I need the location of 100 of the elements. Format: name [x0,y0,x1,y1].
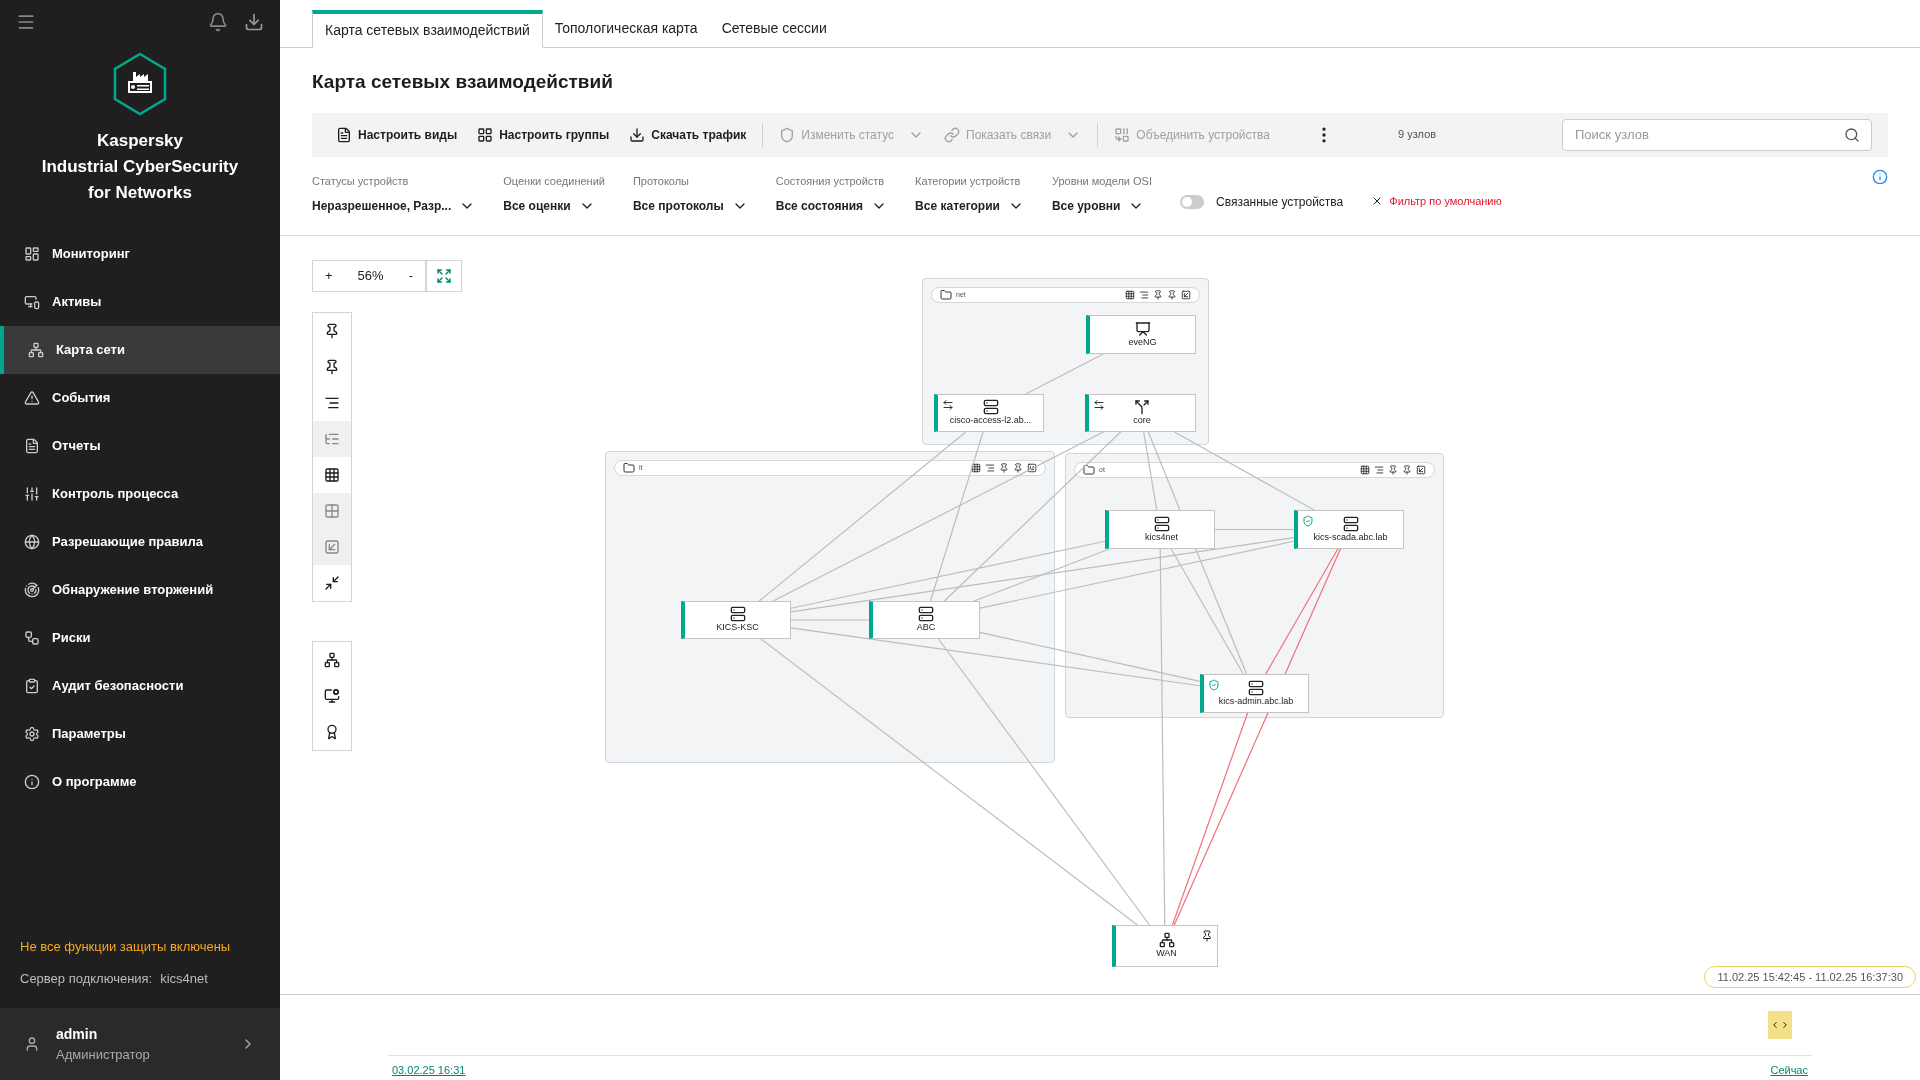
device-node[interactable]: cisco-access-l2.ab... [934,394,1044,432]
toolbar-button[interactable]: Скачать трафик [621,118,755,151]
tab[interactable]: Карта сетевых взаимодействий [312,10,543,48]
button-icon [779,126,796,143]
grid-icon[interactable] [971,463,981,473]
time-range-badge: 11.02.25 15:42:45 - 11.02.25 16:37:30 [1704,965,1916,988]
expand-icon[interactable] [1181,290,1191,300]
download-icon[interactable] [244,12,264,32]
nav-item[interactable]: Карта сети [0,326,280,374]
bell-icon[interactable] [208,12,228,32]
grid-icon[interactable] [1360,465,1370,475]
device-node[interactable]: ABC [869,601,980,639]
tool-icon [324,503,340,519]
nav-item[interactable]: Отчеты [0,422,280,470]
folder-icon [940,289,952,301]
node-label: kics-admin.abc.lab [1218,695,1294,708]
nav-item[interactable]: Активы [0,278,280,326]
filter-dropdown[interactable]: Все оценки [503,197,605,215]
fit-button[interactable] [426,260,462,292]
end-date-link[interactable]: Сейчас [1770,1062,1808,1079]
user-panel[interactable]: admin Администратор [0,1008,280,1080]
tool-icon [324,467,340,483]
zoom-out-button[interactable]: - [408,266,413,286]
search-icon [1844,126,1860,143]
device-node[interactable]: kics-scada.abc.lab [1294,510,1404,549]
menu-icon[interactable] [16,12,36,32]
lines-icon[interactable] [985,463,995,473]
zoom-level: 56% [357,267,384,286]
device-icon [1134,320,1151,337]
nav-icon [24,726,40,742]
filter-label: Состояния устройств [775,173,886,189]
zoom-in-button[interactable]: + [325,266,333,286]
product-name: Industrial CyberSecurity [41,156,239,178]
nav-icon [24,678,40,694]
node-label: kics4net [1145,531,1178,544]
toggle-switch[interactable] [1180,194,1204,209]
device-node[interactable]: kics4net [1105,510,1215,549]
search-field[interactable]: Поиск узлов [1562,118,1872,151]
nav-item[interactable]: Параметры [0,710,280,758]
user-role: Администратор [56,1045,151,1064]
reset-filter-link[interactable]: Фильтр по умолчанию [1371,192,1502,209]
server-label: Сервер подключения: [20,969,153,988]
lines-icon[interactable] [1374,465,1384,475]
toolbar-button[interactable]: Настроить виды [328,118,466,151]
nav-icon [24,390,40,406]
folder-icon [623,462,635,474]
nav-item[interactable]: Контроль процесса [0,470,280,518]
pin-icon[interactable] [1201,930,1213,942]
filter-label: Уровни модели OSI [1051,173,1152,189]
filter-dropdown[interactable]: Неразрешенное, Разр... [312,197,476,215]
device-icon [1158,932,1175,949]
node-label: core [1133,415,1151,427]
right-icon [1780,1020,1790,1030]
node-count: 9 узлов [1398,127,1437,143]
nav-item[interactable]: О программе [0,758,280,806]
filter-label: Оценки соединений [503,173,605,189]
info-icon[interactable] [1872,168,1888,185]
button-icon [944,126,961,143]
tab[interactable]: Сетевые сессии [709,9,839,47]
filter-dropdown[interactable]: Все категории [915,197,1024,215]
nav-icon [24,630,40,646]
device-node[interactable]: core [1085,394,1196,432]
tool-icon [324,724,340,740]
grid-icon[interactable] [1125,290,1135,300]
filter-label: Статусы устройств [312,173,410,189]
device-icon [1342,515,1359,532]
nav-item[interactable]: Аудит безопасности [0,662,280,710]
user-name: admin [56,1024,99,1044]
device-icon [1248,679,1264,696]
device-node[interactable]: KICS-KSC [681,601,791,639]
tool-icon [324,395,340,411]
filter-dropdown[interactable]: Все протоколы [632,197,748,215]
nav-item[interactable]: Разрешающие правила [0,518,280,566]
filter-dropdown[interactable]: Все уровни [1051,197,1152,215]
device-node[interactable]: kics-admin.abc.lab [1200,674,1309,713]
nav-item[interactable]: События [0,374,280,422]
node-label: eveNG [1128,336,1157,349]
nav-item[interactable]: Мониторинг [0,230,280,278]
button-icon [477,126,494,143]
button-icon [629,126,646,143]
device-icon [1134,399,1150,416]
nav-item[interactable]: Обнаружение вторжений [0,566,280,614]
toggle-label: Связанные устройства [1216,193,1344,211]
toolbar-button[interactable]: Настроить группы [469,118,618,151]
filter-dropdown[interactable]: Все состояния [775,197,888,215]
tool-icon [324,323,340,339]
lines-icon[interactable] [1139,290,1149,300]
device-node[interactable]: WAN [1112,925,1218,967]
timeline-handle[interactable] [1768,1011,1792,1039]
nav-item[interactable]: Риски [0,614,280,662]
device-node[interactable]: eveNG [1086,315,1196,354]
tab[interactable]: Топологическая карта [542,9,710,47]
device-icon [982,399,999,416]
expand-icon[interactable] [1027,463,1037,473]
tool-icon [324,688,340,704]
start-date-link[interactable]: 03.02.25 16:31 [392,1062,466,1079]
warning-text: Не все функции защиты включены [20,938,232,956]
expand-icon[interactable] [1416,465,1426,475]
nav-icon [24,774,40,790]
tool-icon [324,359,340,375]
